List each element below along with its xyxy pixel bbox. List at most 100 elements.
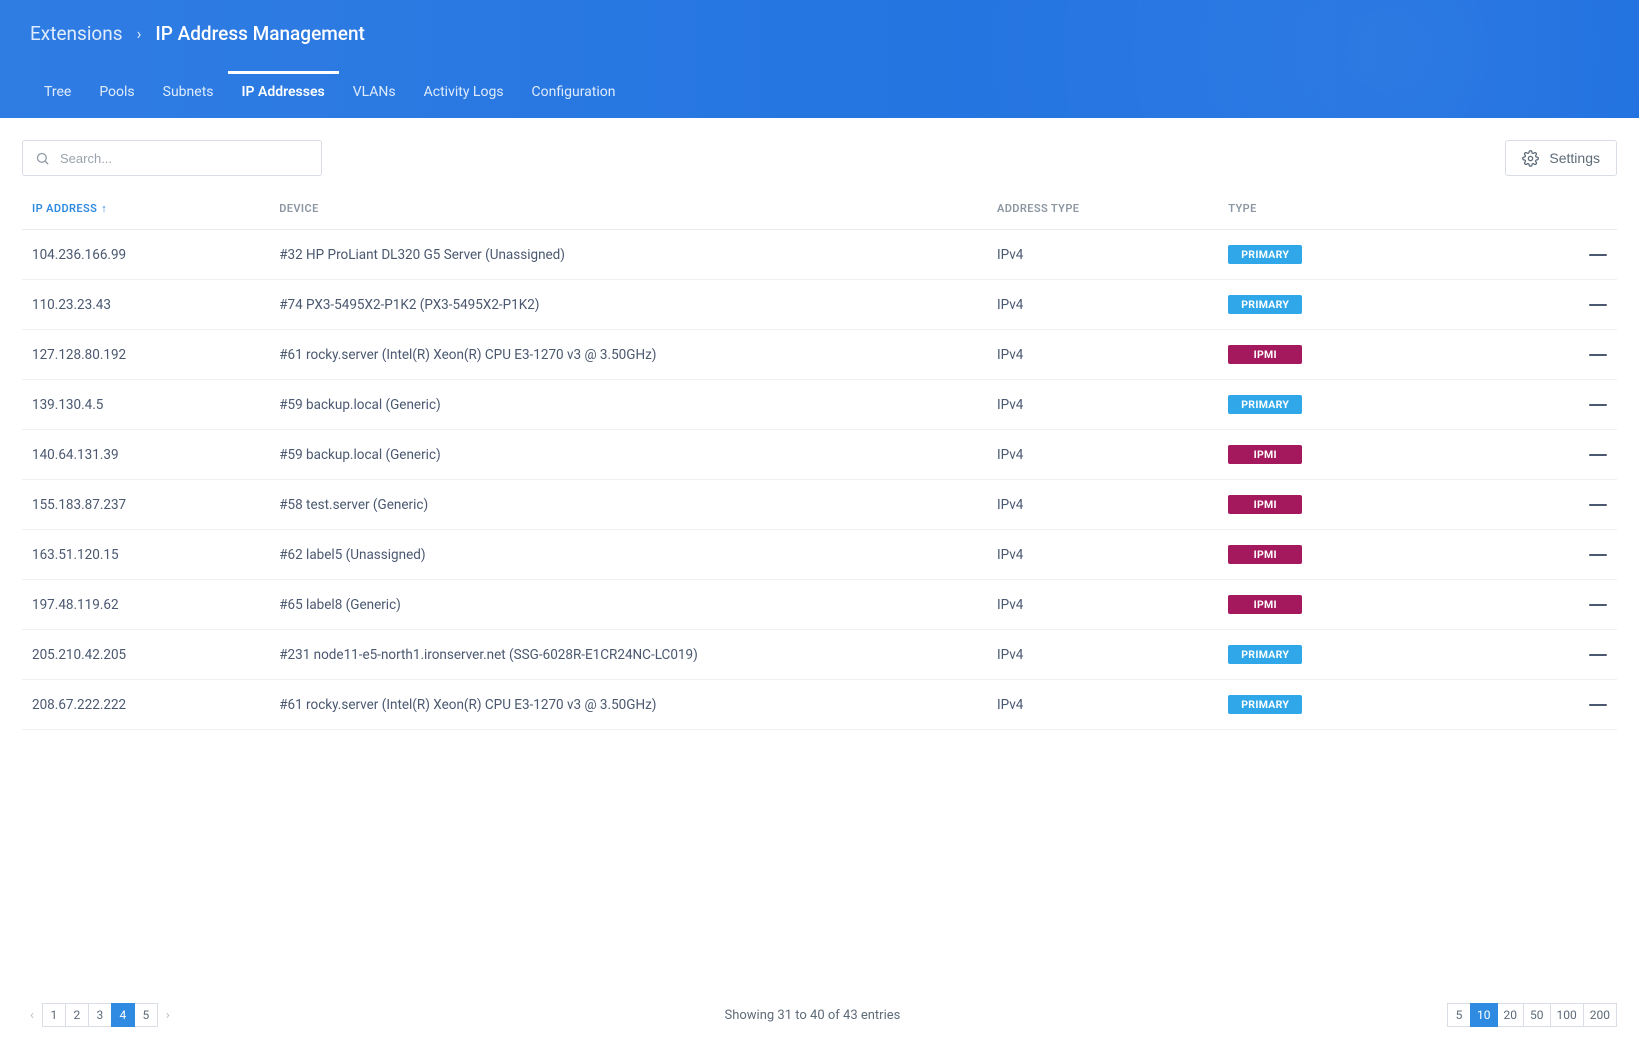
column-header-ip[interactable]: IP ADDRESS↑	[22, 188, 269, 230]
table-row[interactable]: 155.183.87.237#58 test.server (Generic)I…	[22, 480, 1617, 530]
table-row[interactable]: 139.130.4.5#59 backup.local (Generic)IPv…	[22, 380, 1617, 430]
search-input[interactable]	[60, 151, 309, 166]
type-badge: PRIMARY	[1228, 395, 1302, 414]
page-size-button[interactable]: 10	[1470, 1003, 1498, 1027]
page-size-button[interactable]: 20	[1497, 1003, 1525, 1027]
cell-address-type: IPv4	[987, 430, 1218, 480]
ip-table-wrapper: IP ADDRESS↑ DEVICE ADDRESS TYPE TYPE 104…	[0, 188, 1639, 730]
ip-address-table: IP ADDRESS↑ DEVICE ADDRESS TYPE TYPE 104…	[22, 188, 1617, 730]
type-badge: PRIMARY	[1228, 295, 1302, 314]
row-actions-button[interactable]	[1505, 530, 1617, 580]
tab-tree[interactable]: Tree	[30, 71, 85, 118]
app-header: Extensions › IP Address Management TreeP…	[0, 0, 1639, 118]
row-actions-button[interactable]	[1505, 680, 1617, 730]
breadcrumb-root[interactable]: Extensions	[30, 22, 123, 45]
tab-vlans[interactable]: VLANs	[339, 71, 410, 118]
chevron-right-icon: ›	[137, 24, 142, 43]
cell-device: #58 test.server (Generic)	[269, 480, 987, 530]
page-size-selector: 5102050100200	[1447, 1003, 1617, 1027]
settings-button[interactable]: Settings	[1505, 140, 1617, 176]
cell-device: #62 label5 (Unassigned)	[269, 530, 987, 580]
row-actions-button[interactable]	[1505, 380, 1617, 430]
table-row[interactable]: 163.51.120.15#62 label5 (Unassigned)IPv4…	[22, 530, 1617, 580]
row-actions-button[interactable]	[1505, 480, 1617, 530]
type-badge: IPMI	[1228, 595, 1302, 614]
cell-type: PRIMARY	[1218, 380, 1505, 430]
page-button[interactable]: 5	[134, 1003, 158, 1027]
tab-pools[interactable]: Pools	[85, 71, 148, 118]
cell-ip: 139.130.4.5	[22, 380, 269, 430]
type-badge: IPMI	[1228, 495, 1302, 514]
page-button[interactable]: 1	[42, 1003, 66, 1027]
settings-label: Settings	[1549, 150, 1600, 166]
main-tabs: TreePoolsSubnetsIP AddressesVLANsActivit…	[0, 71, 1639, 118]
row-actions-button[interactable]	[1505, 580, 1617, 630]
cell-address-type: IPv4	[987, 280, 1218, 330]
search-field[interactable]	[22, 140, 322, 176]
page-button[interactable]: 2	[65, 1003, 89, 1027]
tab-activity-logs[interactable]: Activity Logs	[410, 71, 518, 118]
cell-ip: 163.51.120.15	[22, 530, 269, 580]
page-prev-button[interactable]: ‹	[22, 1008, 42, 1023]
type-badge: PRIMARY	[1228, 645, 1302, 664]
type-badge: IPMI	[1228, 445, 1302, 464]
cell-address-type: IPv4	[987, 380, 1218, 430]
page-button[interactable]: 4	[111, 1003, 135, 1027]
breadcrumb: Extensions › IP Address Management	[0, 0, 1639, 53]
cell-type: IPMI	[1218, 580, 1505, 630]
cell-type: IPMI	[1218, 330, 1505, 380]
cell-ip: 110.23.23.43	[22, 280, 269, 330]
cell-type: PRIMARY	[1218, 280, 1505, 330]
page-next-button[interactable]: ›	[158, 1008, 178, 1023]
table-row[interactable]: 104.236.166.99#32 HP ProLiant DL320 G5 S…	[22, 230, 1617, 280]
sort-asc-icon: ↑	[101, 202, 107, 215]
cell-device: #231 node11-e5-north1.ironserver.net (SS…	[269, 630, 987, 680]
table-row[interactable]: 110.23.23.43#74 PX3-5495X2-P1K2 (PX3-549…	[22, 280, 1617, 330]
page-button[interactable]: 3	[88, 1003, 112, 1027]
cell-address-type: IPv4	[987, 630, 1218, 680]
type-badge: IPMI	[1228, 345, 1302, 364]
cell-device: #32 HP ProLiant DL320 G5 Server (Unassig…	[269, 230, 987, 280]
cell-address-type: IPv4	[987, 530, 1218, 580]
cell-type: IPMI	[1218, 480, 1505, 530]
breadcrumb-current: IP Address Management	[155, 22, 365, 45]
gear-icon	[1522, 150, 1539, 167]
cell-device: #74 PX3-5495X2-P1K2 (PX3-5495X2-P1K2)	[269, 280, 987, 330]
page-size-button[interactable]: 200	[1583, 1003, 1617, 1027]
table-row[interactable]: 205.210.42.205#231 node11-e5-north1.iron…	[22, 630, 1617, 680]
search-icon	[35, 151, 50, 166]
toolbar: Settings	[0, 118, 1639, 188]
tab-ip-addresses[interactable]: IP Addresses	[228, 71, 339, 118]
table-header-row: IP ADDRESS↑ DEVICE ADDRESS TYPE TYPE	[22, 188, 1617, 230]
tab-subnets[interactable]: Subnets	[149, 71, 228, 118]
type-badge: IPMI	[1228, 545, 1302, 564]
table-row[interactable]: 127.128.80.192#61 rocky.server (Intel(R)…	[22, 330, 1617, 380]
cell-address-type: IPv4	[987, 480, 1218, 530]
page-size-button[interactable]: 50	[1523, 1003, 1551, 1027]
page-size-button[interactable]: 100	[1550, 1003, 1584, 1027]
results-summary: Showing 31 to 40 of 43 entries	[178, 1008, 1447, 1023]
tab-configuration[interactable]: Configuration	[518, 71, 630, 118]
row-actions-button[interactable]	[1505, 230, 1617, 280]
cell-address-type: IPv4	[987, 330, 1218, 380]
cell-type: PRIMARY	[1218, 630, 1505, 680]
page-size-button[interactable]: 5	[1447, 1003, 1471, 1027]
cell-ip: 127.128.80.192	[22, 330, 269, 380]
cell-device: #61 rocky.server (Intel(R) Xeon(R) CPU E…	[269, 680, 987, 730]
row-actions-button[interactable]	[1505, 430, 1617, 480]
cell-address-type: IPv4	[987, 230, 1218, 280]
column-header-device[interactable]: DEVICE	[269, 188, 987, 230]
row-actions-button[interactable]	[1505, 630, 1617, 680]
column-header-type[interactable]: TYPE	[1218, 188, 1505, 230]
cell-address-type: IPv4	[987, 680, 1218, 730]
row-actions-button[interactable]	[1505, 330, 1617, 380]
cell-device: #59 backup.local (Generic)	[269, 380, 987, 430]
cell-device: #65 label8 (Generic)	[269, 580, 987, 630]
table-row[interactable]: 197.48.119.62#65 label8 (Generic)IPv4IPM…	[22, 580, 1617, 630]
table-row[interactable]: 140.64.131.39#59 backup.local (Generic)I…	[22, 430, 1617, 480]
column-header-address-type[interactable]: ADDRESS TYPE	[987, 188, 1218, 230]
row-actions-button[interactable]	[1505, 280, 1617, 330]
cell-device: #61 rocky.server (Intel(R) Xeon(R) CPU E…	[269, 330, 987, 380]
type-badge: PRIMARY	[1228, 695, 1302, 714]
table-row[interactable]: 208.67.222.222#61 rocky.server (Intel(R)…	[22, 680, 1617, 730]
